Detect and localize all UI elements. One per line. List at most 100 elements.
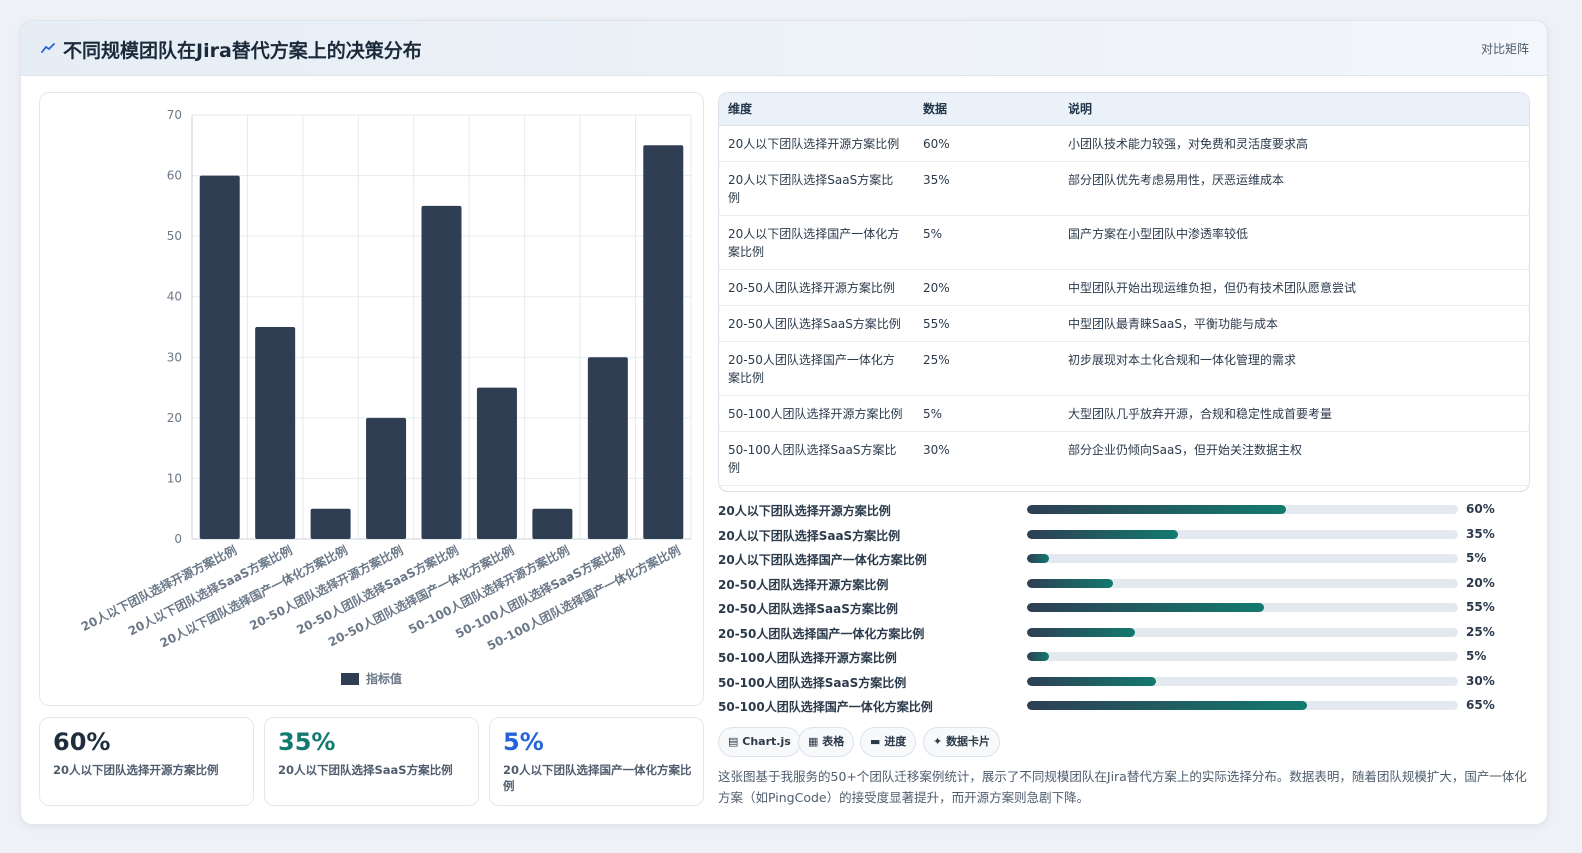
chart-bar: [587, 357, 628, 539]
cell-data: 35%: [914, 161, 1059, 216]
compare-matrix-link[interactable]: 对比矩阵: [1481, 40, 1529, 57]
progress-track: [1027, 676, 1458, 686]
sparkle-icon: ✦: [933, 735, 943, 748]
cell-data: 25%: [914, 341, 1059, 396]
cell-data: 60%: [914, 125, 1059, 162]
trend-icon: [41, 43, 55, 53]
tag-chart[interactable]: ▤ Chart.js: [718, 727, 801, 757]
chart-bar: [421, 205, 462, 539]
progress-fill: [1027, 652, 1049, 661]
cell-dimension: 50-100人团队选择SaaS方案比例: [719, 431, 914, 486]
cell-dimension: 50-100人团队选择国产一体化方案比例: [719, 485, 914, 491]
progress-row: 20人以下团队选择国产一体化方案比例 5%: [718, 549, 1530, 574]
progress-track: [1027, 603, 1458, 612]
progress-fill: [1027, 578, 1114, 588]
tag-table[interactable]: ▦ 表格: [798, 727, 855, 757]
cell-dimension: 20人以下团队选择开源方案比例: [719, 125, 914, 162]
progress-fill: [1027, 701, 1308, 710]
dashboard-card: 不同规模团队在Jira替代方案上的决策分布 对比矩阵 0 10 20 30 40 50 60…: [20, 20, 1548, 825]
chart-bar: [310, 508, 351, 539]
table-row: 20人以下团队选择国产一体化方案比例 5% 国产方案在小型团队中渗透率较低: [719, 215, 1529, 270]
legend-label: 指标值: [366, 671, 402, 686]
chart-bar: [643, 145, 684, 539]
progress-value: 5%: [1466, 551, 1487, 565]
header-bar: 不同规模团队在Jira替代方案上的决策分布 对比矩阵: [21, 21, 1547, 76]
progress-value: 20%: [1466, 575, 1495, 590]
cell-note: 初步展现对本土化合规和一体化管理的需求: [1059, 341, 1529, 396]
progress-row: 20-50人团队选择SaaS方案比例 55%: [718, 598, 1530, 623]
stat-value: 35%: [278, 728, 336, 756]
stat-label: 20人以下团队选择SaaS方案比例: [278, 763, 453, 777]
progress-fill: [1027, 529, 1178, 539]
progress-row: 20人以下团队选择开源方案比例 60%: [718, 500, 1530, 525]
y-tick-label: 50: [167, 229, 182, 243]
cell-dimension: 20-50人团队选择国产一体化方案比例: [719, 341, 914, 396]
progress-label: 20人以下团队选择开源方案比例: [718, 504, 891, 518]
progress-fill: [1027, 554, 1049, 563]
cell-dimension: 20-50人团队选择开源方案比例: [719, 269, 914, 306]
stat-label: 20人以下团队选择开源方案比例: [53, 763, 219, 777]
cell-dimension: 50-100人团队选择开源方案比例: [719, 395, 914, 432]
progress-label: 20-50人团队选择国产一体化方案比例: [718, 626, 925, 641]
table-header-row: 维度 数据 说明: [719, 93, 1529, 126]
table-row: 20-50人团队选择开源方案比例 20% 中型团队开始出现运维负担，但仍有技术团队愿…: [719, 269, 1529, 306]
y-tick-label: 40: [167, 290, 182, 304]
cell-note: 中型团队最青睐SaaS，平衡功能与成本: [1059, 305, 1529, 342]
column-header-data: 数据: [914, 93, 1059, 126]
y-tick-label: 60: [167, 169, 182, 183]
stat-card: 60% 20人以下团队选择开源方案比例: [39, 717, 254, 806]
tag-label: 进度: [884, 735, 907, 748]
table-row: 50-100人团队选择开源方案比例 5% 大型团队几乎放弃开源，合规和稳定性成首要考…: [719, 395, 1529, 432]
table-row: 20人以下团队选择SaaS方案比例 35% 部分团队优先考虑易用性，厌恶运维成本: [719, 161, 1529, 216]
progress-value: 65%: [1466, 698, 1495, 712]
progress-icon: ▬: [870, 735, 881, 748]
bar-chart: 01020304050607020人以下团队选择开源方案比例20人以下团队选择S…: [78, 108, 692, 686]
progress-row: 50-100人团队选择SaaS方案比例 30%: [718, 672, 1530, 697]
progress-track: [1027, 554, 1458, 563]
cell-data: 5%: [914, 395, 1059, 432]
tag-label: 表格: [822, 735, 845, 748]
chart-icon: ▤: [728, 735, 739, 748]
progress-label: 50-100人团队选择SaaS方案比例: [718, 675, 907, 690]
y-tick-label: 30: [167, 350, 182, 364]
table-icon: ▦: [808, 735, 819, 748]
progress-list: 20人以下团队选择开源方案比例 60% 20人以下团队选择SaaS方案比例 35% 20…: [718, 500, 1530, 721]
chart-bar: [255, 327, 296, 539]
progress-track: [1027, 652, 1458, 661]
column-header-note: 说明: [1059, 93, 1529, 126]
progress-row: 50-100人团队选择开源方案比例 5%: [718, 647, 1530, 672]
progress-track: [1027, 529, 1458, 539]
cell-dimension: 20人以下团队选择SaaS方案比例: [719, 161, 914, 216]
tag-label: Chart.js: [742, 735, 791, 748]
stat-card: 35% 20人以下团队选择SaaS方案比例: [264, 717, 479, 806]
progress-value: 60%: [1466, 502, 1495, 516]
table-row: 20-50人团队选择SaaS方案比例 55% 中型团队最青睐SaaS，平衡功能与成本: [719, 305, 1529, 342]
progress-label: 20人以下团队选择SaaS方案比例: [718, 528, 901, 543]
cell-note: 国产方案在小型团队中渗透率较低: [1059, 215, 1529, 270]
legend-swatch: [341, 673, 359, 685]
cell-dimension: 20人以下团队选择国产一体化方案比例: [719, 215, 914, 270]
tag-progress[interactable]: ▬ 进度: [860, 727, 917, 757]
progress-row: 20-50人团队选择国产一体化方案比例 25%: [718, 623, 1530, 648]
progress-value: 5%: [1466, 649, 1487, 663]
y-tick-label: 70: [167, 108, 182, 122]
progress-row: 50-100人团队选择国产一体化方案比例 65%: [718, 696, 1530, 721]
progress-fill: [1027, 603, 1265, 612]
cell-dimension: 20-50人团队选择SaaS方案比例: [719, 305, 914, 342]
page-title: 不同规模团队在Jira替代方案上的决策分布: [63, 40, 422, 62]
chart-bar: [532, 508, 573, 539]
cell-note: 部分团队优先考虑易用性，厌恶运维成本: [1059, 161, 1529, 216]
table-row: 50-100人团队选择SaaS方案比例 30% 部分企业仍倾向SaaS，但开始关注数…: [719, 431, 1529, 486]
tag-sparkle[interactable]: ✦ 数据卡片: [923, 727, 1001, 757]
table-row: 20人以下团队选择开源方案比例 60% 小团队技术能力较强，对免费和灵活度要求高: [719, 125, 1529, 162]
cell-note: 部分企业仍倾向SaaS，但开始关注数据主权: [1059, 431, 1529, 486]
column-header-dimension: 维度: [719, 93, 914, 126]
progress-value: 25%: [1466, 624, 1495, 639]
table-row: 50-100人团队选择国产一体化方案比例65%大型企业是国产替代的主力，Ping…: [719, 485, 1529, 491]
stat-label: 20人以下团队选择国产一体化方案比例: [503, 763, 692, 793]
y-tick-label: 10: [167, 471, 182, 485]
cell-note: 中型团队开始出现运维负担，但仍有技术团队愿意尝试: [1059, 269, 1529, 306]
progress-fill: [1027, 627, 1135, 637]
cell-data: 65%: [914, 485, 1059, 491]
progress-track: [1027, 578, 1458, 588]
